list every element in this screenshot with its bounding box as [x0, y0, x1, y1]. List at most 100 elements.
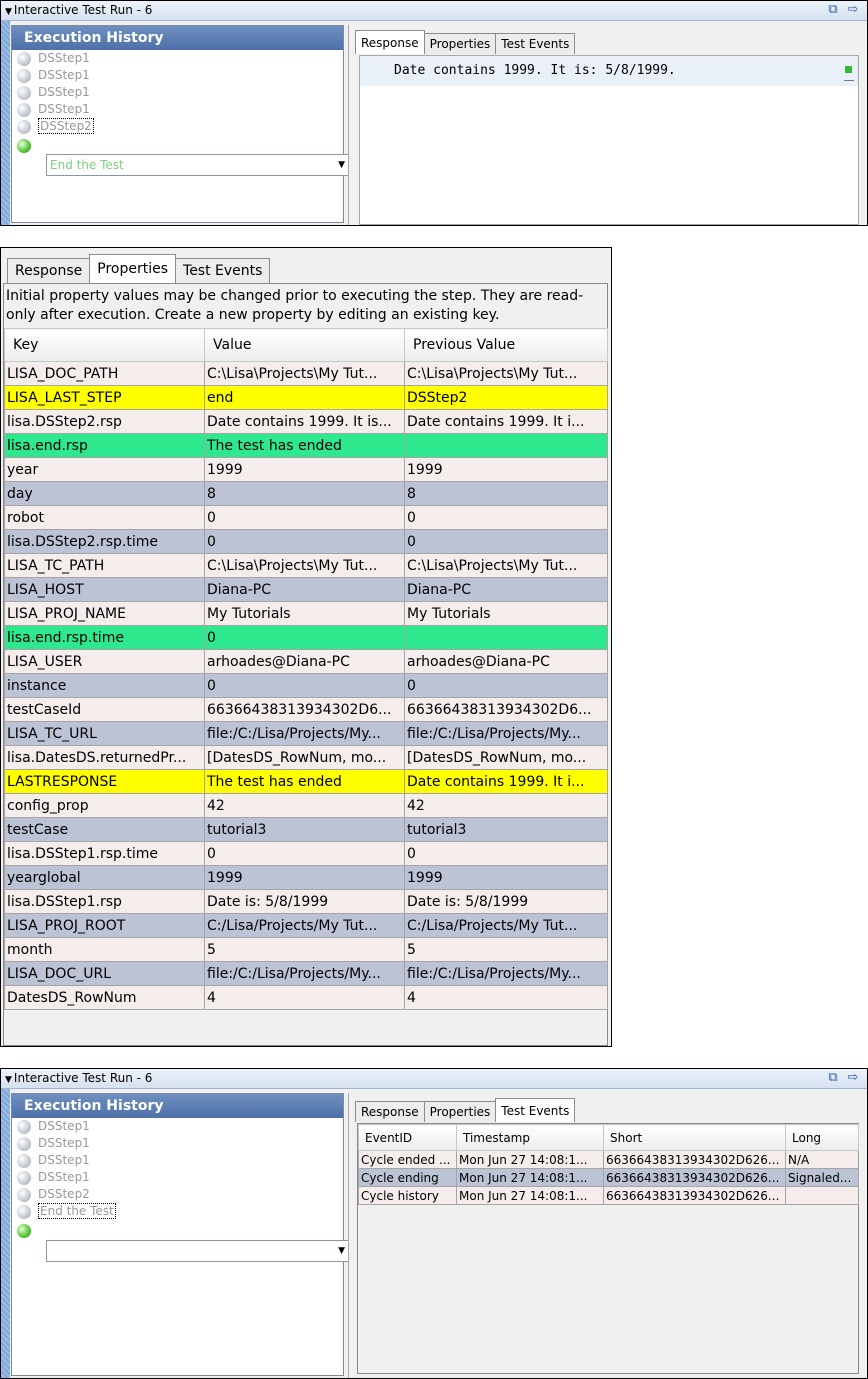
table-row[interactable]: LISA_TC_URL file:/C:/Lisa/Projects/My... f… [4, 721, 608, 746]
property-value-cell[interactable]: 0 [204, 625, 405, 650]
response-viewer[interactable]: Date contains 1999. It is: 5/8/1999. [359, 55, 859, 225]
property-value-cell[interactable]: 4 [204, 985, 405, 1010]
table-row[interactable]: config_prop 42 42 [4, 793, 608, 818]
property-value-cell[interactable]: 5 [204, 937, 405, 962]
table-row[interactable]: LISA_TC_PATH C:\Lisa\Projects\My Tut... C:… [4, 553, 608, 578]
property-key-cell: lisa.DSStep1.rsp.time [4, 841, 205, 866]
property-value-cell[interactable]: 1999 [204, 457, 405, 482]
column-header-key[interactable]: Key [4, 328, 205, 362]
property-value-cell[interactable]: C:\Lisa\Projects\My Tut... [204, 361, 405, 386]
tab-test-events[interactable]: Test Events [495, 33, 576, 54]
next-step-icon [17, 139, 31, 153]
property-value-cell[interactable]: [DatesDS_RowNum, mo... [204, 745, 405, 770]
property-value-cell[interactable]: 1999 [204, 865, 405, 890]
next-step-combo[interactable]: ▼ [46, 1240, 350, 1262]
chevron-down-icon[interactable]: ▼ [338, 155, 345, 175]
property-value-cell[interactable]: 0 [204, 505, 405, 530]
table-row[interactable]: lisa.DSStep2.rsp.time 0 0 [4, 529, 608, 554]
property-value-cell[interactable]: The test has ended [204, 433, 405, 458]
tab-response[interactable]: Response [7, 258, 91, 283]
property-value-cell[interactable]: 0 [204, 529, 405, 554]
history-step[interactable]: DSStep2 [12, 118, 343, 135]
arrow-right-icon[interactable]: ⇨ [845, 1070, 861, 1086]
property-value-cell[interactable]: My Tutorials [204, 601, 405, 626]
table-row[interactable]: LASTRESPONSE The test has ended Date conta… [4, 769, 608, 794]
history-step[interactable]: DSStep2 [12, 1186, 343, 1203]
table-row[interactable]: LISA_DOC_URL file:/C:/Lisa/Projects/My...… [4, 961, 608, 986]
table-row[interactable]: LISA_PROJ_ROOT C:/Lisa/Projects/My Tut...… [4, 913, 608, 938]
table-row[interactable]: month 5 5 [4, 937, 608, 962]
property-value-cell[interactable]: 66366438313934302D6... [204, 697, 405, 722]
table-row[interactable]: yearglobal 1999 1999 [4, 865, 608, 890]
interactive-test-run-panel-response: ▼ Interactive Test Run - 6 ⧉ ⇨ Execution … [0, 0, 868, 226]
tab-properties[interactable]: Properties [89, 254, 177, 283]
collapse-triangle-icon[interactable]: ▼ [5, 1071, 12, 1090]
undock-icon[interactable]: ⧉ [825, 1070, 841, 1086]
history-step[interactable]: DSStep1 [12, 50, 343, 67]
table-row[interactable]: Cycle ending Mon Jun 27 14:08:1... 6636643… [358, 1168, 859, 1187]
table-row[interactable]: lisa.DSStep1.rsp.time 0 0 [4, 841, 608, 866]
table-row[interactable]: LISA_LAST_STEP end DSStep2 [4, 385, 608, 410]
history-step[interactable]: DSStep1 [12, 1152, 343, 1169]
table-row[interactable]: lisa.DSStep2.rsp Date contains 1999. It i… [4, 409, 608, 434]
property-value-cell[interactable]: end [204, 385, 405, 410]
table-row[interactable]: Cycle ended ... Mon Jun 27 14:08:1... 6636… [358, 1150, 859, 1169]
history-step[interactable]: End the Test [12, 1203, 343, 1220]
table-row[interactable]: day 8 8 [4, 481, 608, 506]
properties-table: Key Value Previous Value LISA_DOC_PATH C:… [4, 328, 608, 1046]
property-value-cell[interactable]: C:/Lisa/Projects/My Tut... [204, 913, 405, 938]
table-row[interactable]: Cycle history Mon Jun 27 14:08:1... 663664… [358, 1186, 859, 1205]
tab-test-events[interactable]: Test Events [175, 258, 271, 283]
column-header-long[interactable]: Long [785, 1124, 859, 1151]
property-value-cell[interactable]: The test has ended [204, 769, 405, 794]
table-row[interactable]: LISA_HOST Diana-PC Diana-PC [4, 577, 608, 602]
property-value-cell[interactable]: 8 [204, 481, 405, 506]
chevron-down-icon[interactable]: ▼ [338, 1241, 345, 1261]
table-row[interactable]: LISA_PROJ_NAME My Tutorials My Tutorials [4, 601, 608, 626]
property-value-cell[interactable]: file:/C:/Lisa/Projects/My... [204, 961, 405, 986]
table-row[interactable]: robot 0 0 [4, 505, 608, 530]
column-header-timestamp[interactable]: Timestamp [456, 1124, 604, 1151]
property-value-cell[interactable]: Date is: 5/8/1999 [204, 889, 405, 914]
tab-response[interactable]: Response [355, 1101, 425, 1122]
table-row[interactable]: testCaseId 66366438313934302D6... 66366438… [4, 697, 608, 722]
next-step-combo[interactable]: End the Test ▼ [46, 154, 350, 176]
table-row[interactable]: lisa.end.rsp The test has ended [4, 433, 608, 458]
property-value-cell[interactable]: C:\Lisa\Projects\My Tut... [204, 553, 405, 578]
tab-properties[interactable]: Properties [423, 33, 497, 54]
table-row[interactable]: DatesDS_RowNum 4 4 [4, 985, 608, 1010]
property-value-cell[interactable]: arhoades@Diana-PC [204, 649, 405, 674]
property-value-cell[interactable]: 0 [204, 841, 405, 866]
table-row[interactable]: lisa.DatesDS.returnedPr... [DatesDS_RowNu… [4, 745, 608, 770]
history-step[interactable]: DSStep1 [12, 84, 343, 101]
tab-response[interactable]: Response [355, 30, 425, 54]
property-value-cell[interactable]: 0 [204, 673, 405, 698]
column-header-previous-value[interactable]: Previous Value [404, 328, 608, 362]
column-header-short[interactable]: Short [603, 1124, 786, 1151]
property-value-cell[interactable]: Diana-PC [204, 577, 405, 602]
table-row[interactable]: testCase tutorial3 tutorial3 [4, 817, 608, 842]
property-value-cell[interactable]: file:/C:/Lisa/Projects/My... [204, 721, 405, 746]
property-value-cell[interactable]: tutorial3 [204, 817, 405, 842]
table-row[interactable]: LISA_DOC_PATH C:\Lisa\Projects\My Tut... C… [4, 361, 608, 386]
property-value-cell[interactable]: Date contains 1999. It is... [204, 409, 405, 434]
table-row[interactable]: LISA_USER arhoades@Diana-PC arhoades@Diana… [4, 649, 608, 674]
collapse-triangle-icon[interactable]: ▼ [5, 3, 12, 22]
column-header-eventid[interactable]: EventID [358, 1124, 457, 1151]
arrow-right-icon[interactable]: ⇨ [845, 2, 861, 18]
table-row[interactable]: year 1999 1999 [4, 457, 608, 482]
history-step[interactable]: DSStep1 [12, 67, 343, 84]
table-row[interactable]: lisa.end.rsp.time 0 [4, 625, 608, 650]
table-row[interactable]: lisa.DSStep1.rsp Date is: 5/8/1999 Date is… [4, 889, 608, 914]
event-short-cell: 66366438313934302D626... [603, 1186, 786, 1205]
tab-properties[interactable]: Properties [423, 1101, 497, 1122]
history-step[interactable]: DSStep1 [12, 1118, 343, 1135]
tab-test-events[interactable]: Test Events [495, 1098, 576, 1122]
history-step[interactable]: DSStep1 [12, 1135, 343, 1152]
undock-icon[interactable]: ⧉ [825, 2, 841, 18]
table-row[interactable]: instance 0 0 [4, 673, 608, 698]
history-step[interactable]: DSStep1 [12, 101, 343, 118]
column-header-value[interactable]: Value [204, 328, 405, 362]
history-step[interactable]: DSStep1 [12, 1169, 343, 1186]
property-value-cell[interactable]: 42 [204, 793, 405, 818]
